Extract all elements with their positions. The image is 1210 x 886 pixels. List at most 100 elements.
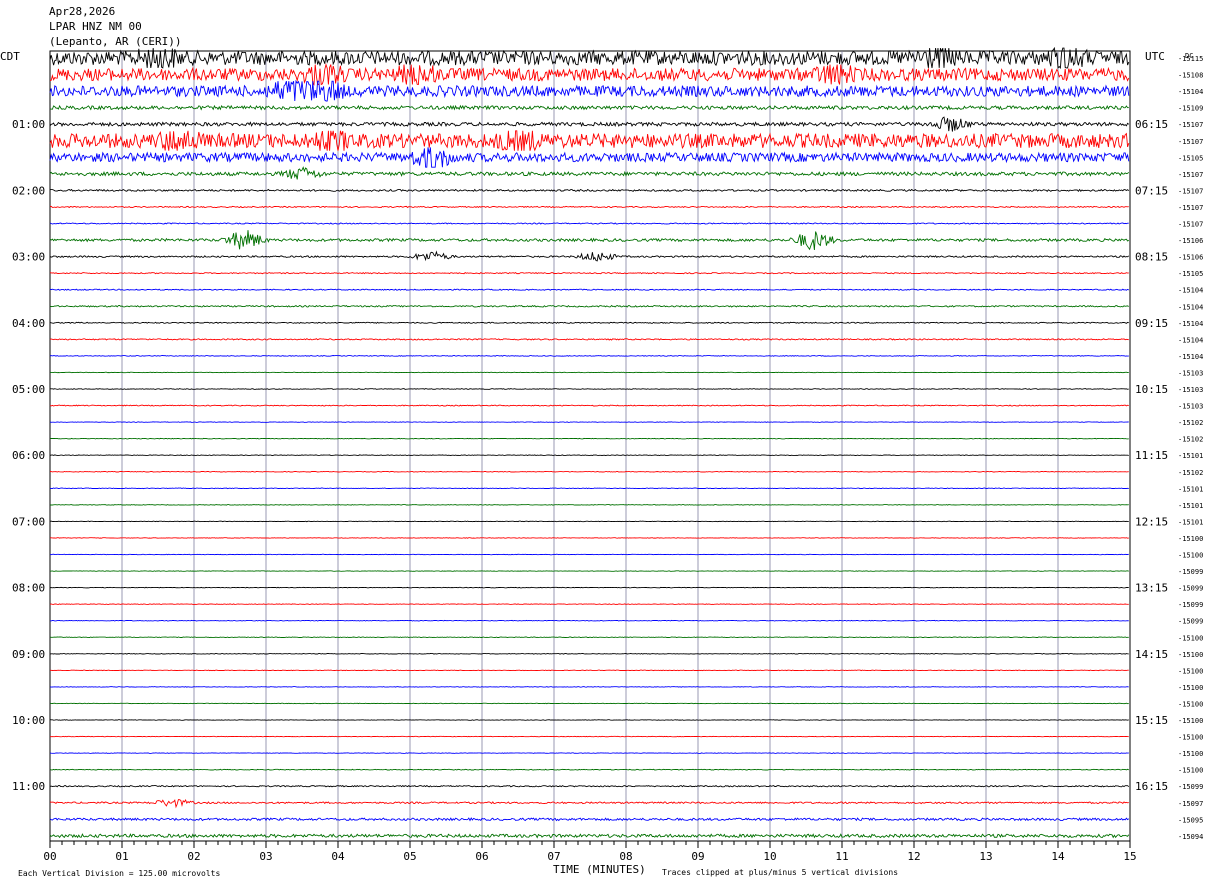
dc-offset-label: -15103 — [1178, 369, 1203, 377]
cdt-hour-label: 11:00 — [12, 780, 45, 793]
x-tick-label: 11 — [835, 850, 848, 863]
cdt-hour-label: 07:00 — [12, 515, 45, 528]
dc-title: DC — [1185, 52, 1193, 60]
dc-offset-label: -15100 — [1178, 734, 1203, 742]
utc-hour-label: 07:15 — [1135, 184, 1168, 197]
plot-frame — [49, 50, 1131, 842]
cdt-hour-label: 01:00 — [12, 118, 45, 131]
utc-hour-label: 06:15 — [1135, 118, 1168, 131]
x-tick-label: 10 — [763, 850, 776, 863]
dc-offset-label: -15108 — [1178, 72, 1203, 80]
x-tick-label: 02 — [187, 850, 200, 863]
seismic-trace — [49, 454, 1129, 456]
dc-offset-label: -15094 — [1178, 833, 1203, 841]
seismic-trace — [49, 570, 1129, 572]
x-tick-label: 06 — [475, 850, 488, 863]
dc-offset-label: -15100 — [1178, 667, 1203, 675]
dc-offset-label: -15104 — [1178, 336, 1203, 344]
dc-offset-label: -15102 — [1178, 419, 1203, 427]
dc-offset-label: -15104 — [1178, 88, 1203, 96]
dc-offset-label: -15100 — [1178, 634, 1203, 642]
dc-offset-label: -15103 — [1178, 403, 1203, 411]
cdt-hour-label: 02:00 — [12, 184, 45, 197]
seismic-trace — [49, 719, 1129, 721]
x-tick-label: 03 — [259, 850, 272, 863]
helicorder-chart: 00 01 02 03 04 05 06 07 08 09 10 11 12 13 14 15-15115-1… — [12, 46, 1203, 878]
seismic-trace — [49, 553, 1129, 556]
seismic-trace — [49, 437, 1129, 440]
utc-hour-label: 08:15 — [1135, 251, 1168, 264]
dc-offset-label: -15101 — [1178, 502, 1203, 510]
dc-offset-label: -15099 — [1178, 601, 1203, 609]
dc-offset-label: -15100 — [1178, 750, 1203, 758]
x-tick-label: 14 — [1051, 850, 1065, 863]
cdt-hour-label: 04:00 — [12, 317, 45, 330]
x-tick-label: 09 — [691, 850, 704, 863]
seismic-trace — [50, 504, 1129, 506]
x-tick-label: 01 — [115, 850, 128, 863]
seismic-trace — [49, 520, 1129, 523]
dc-offset-label: -15107 — [1178, 171, 1203, 179]
dc-offset-label: -15097 — [1178, 800, 1203, 808]
dc-offset-label: -15100 — [1178, 700, 1203, 708]
dc-offset-label: -15101 — [1178, 452, 1203, 460]
dc-offset-label: -15099 — [1178, 618, 1203, 626]
utc-hour-label: 12:15 — [1135, 515, 1168, 528]
x-tick-label: 08 — [619, 850, 632, 863]
cdt-hour-label: 06:00 — [12, 449, 45, 462]
utc-hour-label: 11:15 — [1135, 449, 1168, 462]
dc-offset-label: -15101 — [1178, 485, 1203, 493]
utc-hour-label: 15:15 — [1135, 714, 1168, 727]
cdt-hour-label: 09:00 — [12, 648, 45, 661]
dc-offset-label: -15104 — [1178, 353, 1203, 361]
dc-offset-label: -15105 — [1178, 154, 1203, 162]
x-tick-label: 15 — [1123, 850, 1136, 863]
dc-offset-label: -15102 — [1178, 469, 1203, 477]
dc-offset-label: -15104 — [1178, 287, 1203, 295]
seismic-trace — [50, 537, 1129, 539]
scale-note: Each Vertical Division = 125.00 microvol… — [18, 869, 220, 878]
dc-offset-label: -15103 — [1178, 386, 1203, 394]
x-tick-label: 05 — [403, 850, 416, 863]
dc-offset-label: -15095 — [1178, 816, 1203, 824]
x-tick-label: 12 — [907, 850, 920, 863]
utc-hour-label: 14:15 — [1135, 648, 1168, 661]
dc-offset-label: -15106 — [1178, 237, 1203, 245]
cdt-hour-label: 05:00 — [12, 383, 45, 396]
dc-offset-label: -15107 — [1178, 138, 1203, 146]
clip-note: Traces clipped at plus/minus 5 vertical … — [662, 868, 898, 877]
seismic-trace — [49, 653, 1129, 655]
x-axis-title: TIME (MINUTES) — [553, 863, 646, 876]
cdt-hour-label: 03:00 — [12, 251, 45, 264]
dc-offset-label: -15100 — [1178, 552, 1203, 560]
seismic-trace — [49, 603, 1129, 605]
dc-offset-label: -15101 — [1178, 518, 1203, 526]
seismic-trace — [49, 686, 1129, 688]
utc-hour-label: 09:15 — [1135, 317, 1168, 330]
utc-hour-label: 10:15 — [1135, 383, 1168, 396]
dc-offset-label: -15099 — [1178, 568, 1203, 576]
dc-offset-label: -15100 — [1178, 717, 1203, 725]
dc-offset-label: -15107 — [1178, 204, 1203, 212]
seismic-trace — [49, 619, 1129, 622]
seismic-trace — [49, 586, 1129, 589]
dc-offset-label: -15104 — [1178, 303, 1203, 311]
x-tick-label: 00 — [43, 850, 56, 863]
utc-hour-label: 13:15 — [1135, 582, 1168, 595]
cdt-hour-label: 08:00 — [12, 582, 45, 595]
seismic-trace — [50, 669, 1129, 672]
x-tick-label: 04 — [331, 850, 345, 863]
dc-offset-label: -15100 — [1178, 684, 1203, 692]
seismic-trace — [49, 636, 1129, 638]
dc-offset-label: -15109 — [1178, 105, 1203, 113]
dc-offset-label: -15099 — [1178, 783, 1203, 791]
dc-offset-label: -15099 — [1178, 585, 1203, 593]
dc-offset-label: -15107 — [1178, 187, 1203, 195]
dc-offset-label: -15100 — [1178, 767, 1203, 775]
dc-offset-label: -15102 — [1178, 436, 1203, 444]
seismic-trace — [49, 702, 1129, 705]
seismic-trace — [49, 371, 1129, 374]
dc-offset-label: -15105 — [1178, 270, 1203, 278]
x-tick-label: 13 — [979, 850, 992, 863]
dc-offset-label: -15100 — [1178, 535, 1203, 543]
